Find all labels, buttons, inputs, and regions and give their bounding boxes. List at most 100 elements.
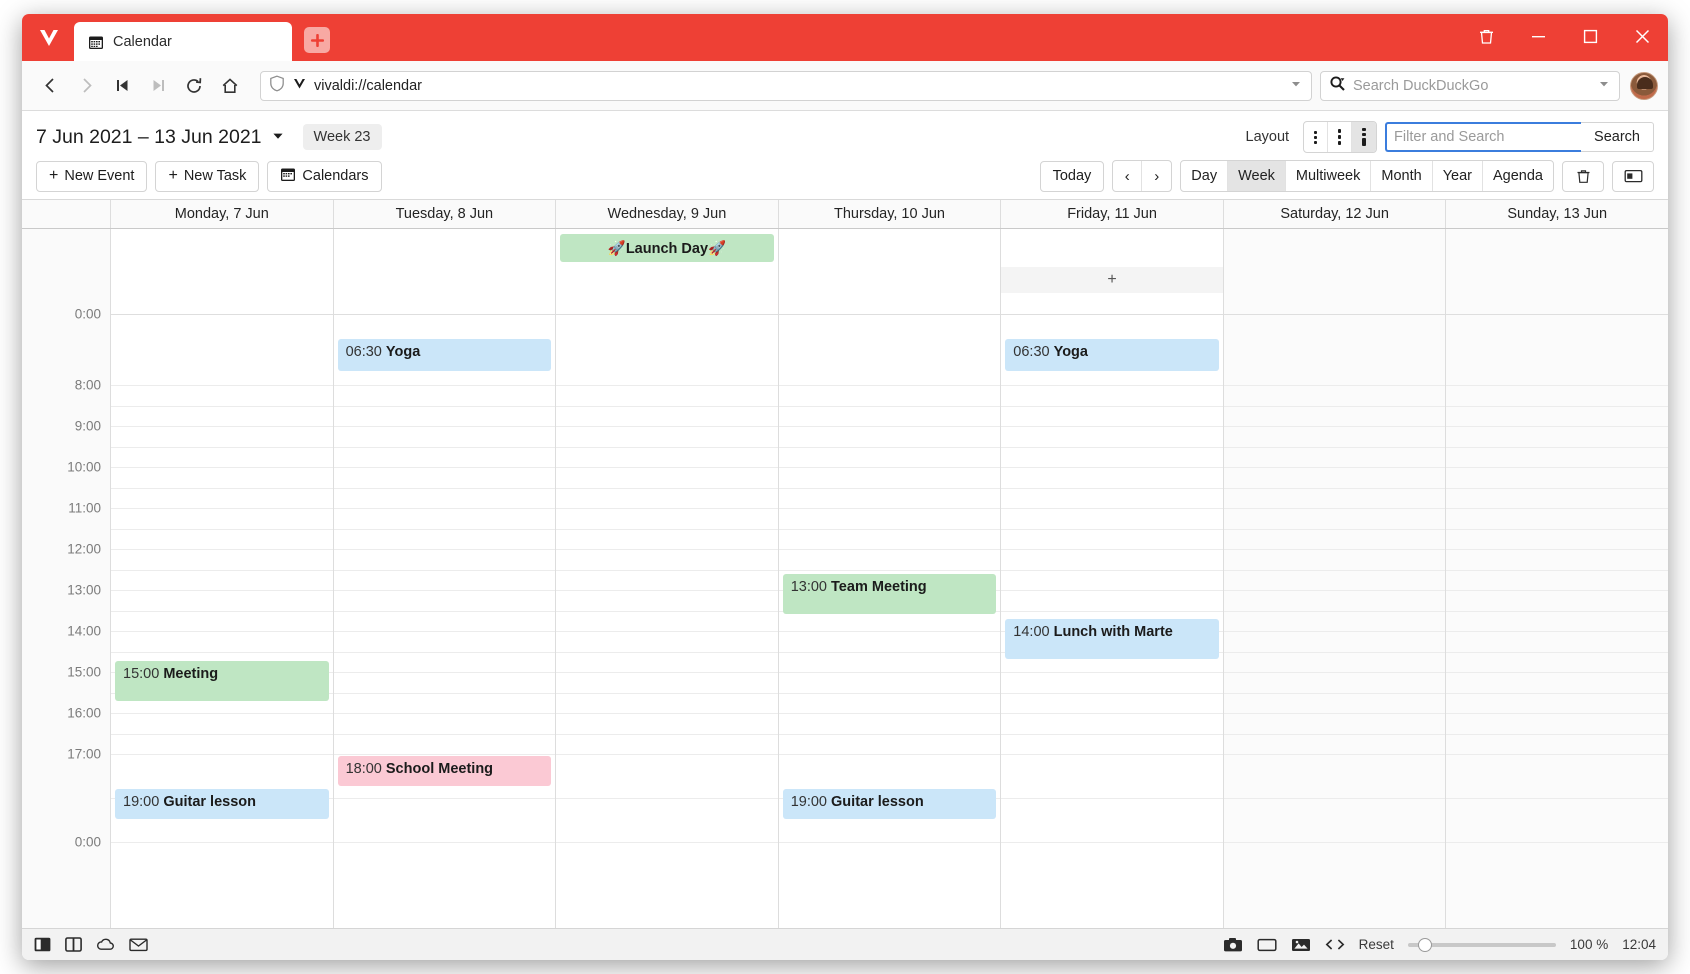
day-column-4[interactable]: +06:30 Yoga 14:00 Lunch with Marte [1000, 229, 1223, 928]
zoom-slider-knob[interactable] [1418, 938, 1432, 952]
close-icon[interactable] [1616, 14, 1668, 60]
maximize-icon[interactable] [1564, 14, 1616, 60]
forward-icon[interactable] [68, 68, 104, 104]
plus-icon: + [168, 168, 177, 184]
calendar-event[interactable]: 14:00 Lunch with Marte [1005, 619, 1219, 659]
day-column-2[interactable]: 🚀Launch Day🚀 [555, 229, 778, 928]
day-header-2[interactable]: Wednesday, 9 Jun [555, 200, 778, 228]
zoom-reset-button[interactable]: Reset [1359, 937, 1394, 952]
calendar-event[interactable]: 06:30 Yoga [1005, 339, 1219, 371]
view-option-year[interactable]: Year [1433, 161, 1483, 191]
developer-icon[interactable] [1325, 937, 1345, 952]
calendar-event[interactable]: 13:00 Team Meeting [783, 574, 997, 614]
day-header-5[interactable]: Saturday, 12 Jun [1223, 200, 1446, 228]
search-button[interactable]: Search [1581, 122, 1654, 152]
home-icon[interactable] [212, 68, 248, 104]
day-column-5[interactable] [1223, 229, 1446, 928]
new-tab-button[interactable] [304, 27, 330, 53]
day-column-0[interactable]: 15:00 Meeting 19:00 Guitar lesson [110, 229, 333, 928]
url-text: vivaldi://calendar [314, 78, 1282, 94]
layout-medium-icon[interactable] [1328, 122, 1352, 152]
chevron-down-icon[interactable] [1597, 77, 1611, 95]
panel-toggle-icon[interactable] [1612, 161, 1654, 192]
calendars-button[interactable]: Calendars [267, 161, 381, 192]
new-task-label: New Task [184, 168, 247, 184]
window-controls [1460, 14, 1668, 61]
search-field[interactable]: Search DuckDuckGo [1320, 71, 1620, 101]
layout-full-icon[interactable] [1352, 122, 1376, 152]
grid-half-hour-line [334, 734, 556, 735]
calendar-event[interactable]: 18:00 School Meeting [338, 756, 552, 786]
view-option-week[interactable]: Week [1228, 161, 1286, 191]
grid-hour-line [1224, 467, 1446, 468]
event-time: 06:30 [346, 344, 386, 360]
grid-half-hour-line [1001, 734, 1223, 735]
reload-icon[interactable] [176, 68, 212, 104]
day-column-1[interactable]: 06:30 Yoga 18:00 School Meeting [333, 229, 556, 928]
calendar-event[interactable]: 19:00 Guitar lesson [115, 789, 329, 819]
grid-hour-line [111, 467, 333, 468]
vivaldi-logo-icon[interactable] [32, 21, 66, 55]
status-bar: Reset 100 % 12:04 [22, 928, 1668, 960]
grid-hour-line [779, 426, 1001, 427]
grid-hour-line [1446, 467, 1668, 468]
mail-icon[interactable] [129, 937, 148, 952]
layout-compact-icon[interactable] [1304, 122, 1328, 152]
view-option-month[interactable]: Month [1371, 161, 1432, 191]
zoom-slider[interactable] [1408, 943, 1556, 947]
all-day-event[interactable]: 🚀Launch Day🚀 [560, 234, 774, 262]
grid-hour-line [334, 672, 556, 673]
grid-half-hour-line [779, 488, 1001, 489]
back-icon[interactable] [32, 68, 68, 104]
layout-button-group [1303, 121, 1377, 153]
grid-half-hour-line [556, 447, 778, 448]
grid-half-hour-line [1224, 570, 1446, 571]
trash-icon[interactable] [1460, 14, 1512, 60]
shield-icon[interactable] [269, 75, 285, 96]
chevron-down-icon[interactable] [271, 126, 285, 149]
browser-tab-calendar[interactable]: Calendar [74, 22, 292, 61]
grid-half-hour-line [111, 611, 333, 612]
previous-period-button[interactable]: ‹ [1113, 161, 1142, 191]
day-column-3[interactable]: 13:00 Team Meeting 19:00 Guitar lesson [778, 229, 1001, 928]
calendar-event[interactable]: 06:30 Yoga [338, 339, 552, 371]
grid-hour-line [779, 549, 1001, 550]
new-event-button[interactable]: + New Event [36, 161, 147, 192]
image-toggle-icon[interactable] [1291, 937, 1311, 953]
next-period-button[interactable]: › [1142, 161, 1171, 191]
day-header-3[interactable]: Thursday, 10 Jun [778, 200, 1001, 228]
view-option-day[interactable]: Day [1181, 161, 1228, 191]
new-task-button[interactable]: + New Task [155, 161, 259, 192]
window-icon[interactable] [1257, 937, 1277, 953]
event-title: Guitar lesson [831, 794, 924, 810]
view-option-agenda[interactable]: Agenda [1483, 161, 1553, 191]
capture-icon[interactable] [1223, 937, 1243, 953]
day-header-1[interactable]: Tuesday, 8 Jun [333, 200, 556, 228]
day-header-6[interactable]: Sunday, 13 Jun [1445, 200, 1668, 228]
filter-and-search-input[interactable]: Filter and Search [1385, 122, 1581, 152]
calendar-event[interactable]: 15:00 Meeting [115, 661, 329, 701]
grid-hour-line [1446, 713, 1668, 714]
day-header-0[interactable]: Monday, 7 Jun [110, 200, 333, 228]
calendar-event[interactable]: 19:00 Guitar lesson [783, 789, 997, 819]
grid-hour-line [334, 467, 556, 468]
cloud-icon[interactable] [96, 937, 115, 952]
day-header-4[interactable]: Friday, 11 Jun [1000, 200, 1223, 228]
today-button[interactable]: Today [1040, 161, 1105, 192]
date-range-selector[interactable]: 7 Jun 2021 – 13 Jun 2021 [36, 126, 285, 149]
avatar[interactable] [1630, 72, 1658, 100]
add-event-slot[interactable]: + [1001, 267, 1223, 293]
tiling-icon[interactable] [65, 937, 82, 952]
grid-half-hour-line [111, 488, 333, 489]
delete-icon[interactable] [1562, 161, 1604, 192]
grid-hour-line [1446, 549, 1668, 550]
grid-half-hour-line [1224, 734, 1446, 735]
minimize-icon[interactable] [1512, 14, 1564, 60]
chevron-down-icon[interactable] [1289, 77, 1303, 95]
view-option-multiweek[interactable]: Multiweek [1286, 161, 1371, 191]
rewind-icon[interactable] [104, 68, 140, 104]
url-field[interactable]: vivaldi://calendar [260, 71, 1312, 101]
panel-toggle-icon[interactable] [34, 937, 51, 952]
fastforward-icon[interactable] [140, 68, 176, 104]
day-column-6[interactable] [1445, 229, 1668, 928]
